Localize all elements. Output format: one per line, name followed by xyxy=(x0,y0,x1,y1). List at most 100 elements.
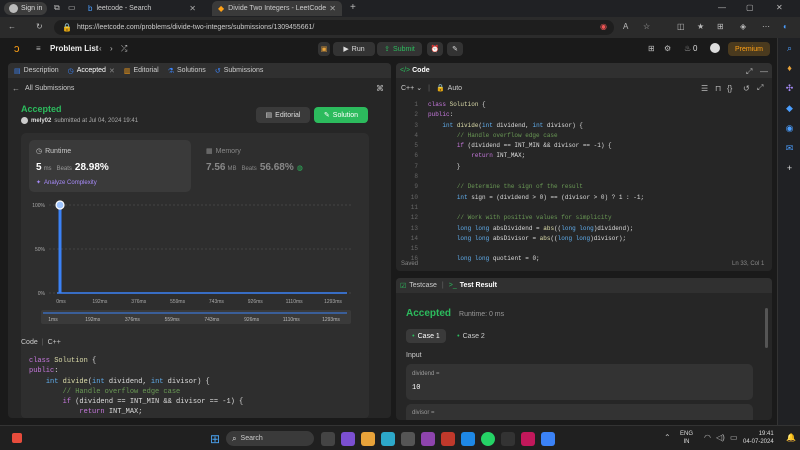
format-icon[interactable]: ☰ xyxy=(701,84,708,93)
close-accepted-tab-icon[interactable]: ✕ xyxy=(109,67,115,75)
shuffle-icon[interactable]: ⤮ xyxy=(121,44,127,54)
runtime-card[interactable]: ◷ Runtime 5 ms Beats 28.98% ✦ Analyze Co… xyxy=(29,140,191,192)
editor-line[interactable]: 7 } xyxy=(396,162,772,172)
close-tab-icon[interactable]: ✕ xyxy=(189,4,196,13)
widgets-icon[interactable] xyxy=(12,433,22,443)
username[interactable]: mely02 xyxy=(31,118,51,124)
store-icon[interactable] xyxy=(401,431,416,446)
notification-bell-icon[interactable]: 🔔 xyxy=(786,433,796,442)
case-1-tab[interactable]: • Case 1 xyxy=(406,329,446,343)
maximize-panel-icon[interactable]: ⤢ xyxy=(746,67,752,77)
taskbar-search[interactable]: ⌕ Search xyxy=(226,431,315,446)
search-icon[interactable]: ⌕ xyxy=(778,38,800,58)
mail-app-icon[interactable] xyxy=(441,431,456,446)
url-field[interactable]: 🔒 https://leetcode.com/problems/divide-t… xyxy=(54,20,614,35)
windows-start-icon[interactable]: ⊞ xyxy=(210,432,220,446)
tab-search[interactable]: b leetcode - Search ✕ xyxy=(82,1,202,16)
memory-card[interactable]: ▦ Memory 7.56 MB Beats 56.68% ◍ xyxy=(199,140,349,192)
language-select[interactable]: C++ xyxy=(401,85,414,92)
tab-accepted[interactable]: Accepted xyxy=(77,67,106,74)
copilot-sidebar-icon[interactable]: ◐ xyxy=(783,22,788,31)
favorites-bar-icon[interactable]: ★ xyxy=(697,22,704,31)
shopping-icon[interactable]: ♦ xyxy=(778,58,800,78)
split-screen-icon[interactable]: ◫ xyxy=(677,22,685,31)
tab-solutions[interactable]: Solutions xyxy=(177,67,206,74)
maximize-icon[interactable]: ▢ xyxy=(746,3,754,12)
premium-button[interactable]: Premium xyxy=(728,42,770,56)
editor-line[interactable]: 15 xyxy=(396,244,772,254)
more-icon[interactable]: ⋯ xyxy=(762,22,770,31)
close-window-icon[interactable]: ✕ xyxy=(776,3,783,12)
battery-icon[interactable]: ▭ xyxy=(730,433,738,442)
tab-testcase[interactable]: Testcase xyxy=(409,282,437,289)
all-submissions-link[interactable]: ← All Submissions xyxy=(12,84,74,93)
solution-button[interactable]: ✎ Solution xyxy=(314,107,368,123)
next-problem-icon[interactable]: › xyxy=(110,44,113,53)
tab-test-result[interactable]: Test Result xyxy=(460,282,497,289)
outlook-icon[interactable]: ✉ xyxy=(778,138,800,158)
fire-icon[interactable]: ♨ xyxy=(684,44,691,53)
read-aloud-icon[interactable]: A xyxy=(623,22,628,31)
new-tab-icon[interactable]: + xyxy=(350,2,356,13)
timer-button[interactable]: ⏰ xyxy=(427,42,443,56)
whatsapp-icon[interactable] xyxy=(481,431,496,446)
bookmark-icon[interactable]: ⊓ xyxy=(715,84,721,93)
analyze-complexity-link[interactable]: ✦ Analyze Complexity xyxy=(36,179,97,187)
editor-line[interactable]: 4 // Handle overflow edge case xyxy=(396,131,772,141)
tools-icon[interactable]: ✣ xyxy=(778,78,800,98)
tab-leetcode[interactable]: ◆ Divide Two Integers - LeetCode ✕ xyxy=(212,1,342,16)
editor-line[interactable]: 12 // Work with positive values for simp… xyxy=(396,213,772,223)
collections-icon[interactable]: ⊞ xyxy=(717,22,724,31)
editor-line[interactable]: 1 class Solution { xyxy=(396,100,772,110)
vscode-icon[interactable] xyxy=(461,431,476,446)
editor-line[interactable]: 6 return INT_MAX; xyxy=(396,151,772,161)
submit-button[interactable]: ⇪ Submit xyxy=(377,42,422,56)
volume-icon[interactable]: ◁) xyxy=(716,433,725,442)
tab-editorial[interactable]: Editorial xyxy=(133,67,158,74)
ai-app-icon[interactable] xyxy=(421,431,436,446)
braces-icon[interactable]: {} xyxy=(727,84,732,93)
layout-icon[interactable]: ⊞ xyxy=(648,44,655,53)
editorial-button[interactable]: ▤ Editorial xyxy=(256,107,310,123)
photos-app-icon[interactable] xyxy=(521,431,536,446)
add-sidebar-icon[interactable]: + xyxy=(778,158,800,178)
editor-line[interactable]: 10 int sign = (dividend > 0) == (divisor… xyxy=(396,193,772,203)
tab-list-icon[interactable]: ▭ xyxy=(68,3,76,12)
notes-button[interactable]: ✎ xyxy=(447,42,463,56)
result-scrollbar[interactable] xyxy=(765,308,768,348)
editor-line[interactable]: 2 public: xyxy=(396,110,772,120)
editor-line[interactable]: 9 // Determine the sign of the result xyxy=(396,182,772,192)
chevron-up-icon[interactable]: ⌃ xyxy=(664,433,671,442)
wifi-icon[interactable]: ◠ xyxy=(704,433,711,442)
run-button[interactable]: ▶ Run xyxy=(333,42,375,56)
editor-line[interactable]: 3 int divide(int dividend, int divisor) … xyxy=(396,121,772,131)
clock[interactable]: 19:41 04-07-2024 xyxy=(743,430,774,446)
task-view-icon[interactable] xyxy=(321,431,336,446)
signin-button[interactable]: Sign in xyxy=(4,2,48,15)
file-explorer-icon[interactable] xyxy=(361,431,376,446)
tracking-icon[interactable]: ◉ xyxy=(600,22,607,31)
language-indicator[interactable]: ENG IN xyxy=(680,430,693,446)
case-2-tab[interactable]: • Case 2 xyxy=(451,329,491,343)
editor-line[interactable]: 5 if (dividend == INT_MIN && divisor == … xyxy=(396,141,772,151)
debug-button[interactable]: ▣ xyxy=(318,42,330,56)
tab-submissions[interactable]: Submissions xyxy=(224,67,264,74)
prev-problem-icon[interactable]: ‹ xyxy=(99,44,102,53)
avatar[interactable] xyxy=(710,43,720,53)
problem-list-link[interactable]: Problem List xyxy=(50,44,98,53)
refresh-icon[interactable]: ↻ xyxy=(36,22,43,31)
edge-icon[interactable] xyxy=(381,431,396,446)
editor-line[interactable]: 13 long long absDividend = abs((long lon… xyxy=(396,224,772,234)
copilot-icon[interactable]: ◈ xyxy=(740,22,746,31)
office-icon[interactable]: ◉ xyxy=(778,118,800,138)
leetcode-logo-icon[interactable]: ↄ xyxy=(14,43,20,55)
reset-icon[interactable]: ↺ xyxy=(743,84,750,93)
editor-line[interactable]: 16 long long quotient = 0; xyxy=(396,254,772,264)
minimize-icon[interactable]: — xyxy=(718,3,726,12)
tab-description[interactable]: Description xyxy=(24,67,59,74)
teams-icon[interactable] xyxy=(341,431,356,446)
share-link-icon[interactable]: ⌘ xyxy=(376,84,384,93)
editor-line[interactable]: 11 xyxy=(396,203,772,213)
editor-line[interactable]: 14 long long absDivisor = abs((long long… xyxy=(396,234,772,244)
back-icon[interactable]: ← xyxy=(8,22,16,31)
